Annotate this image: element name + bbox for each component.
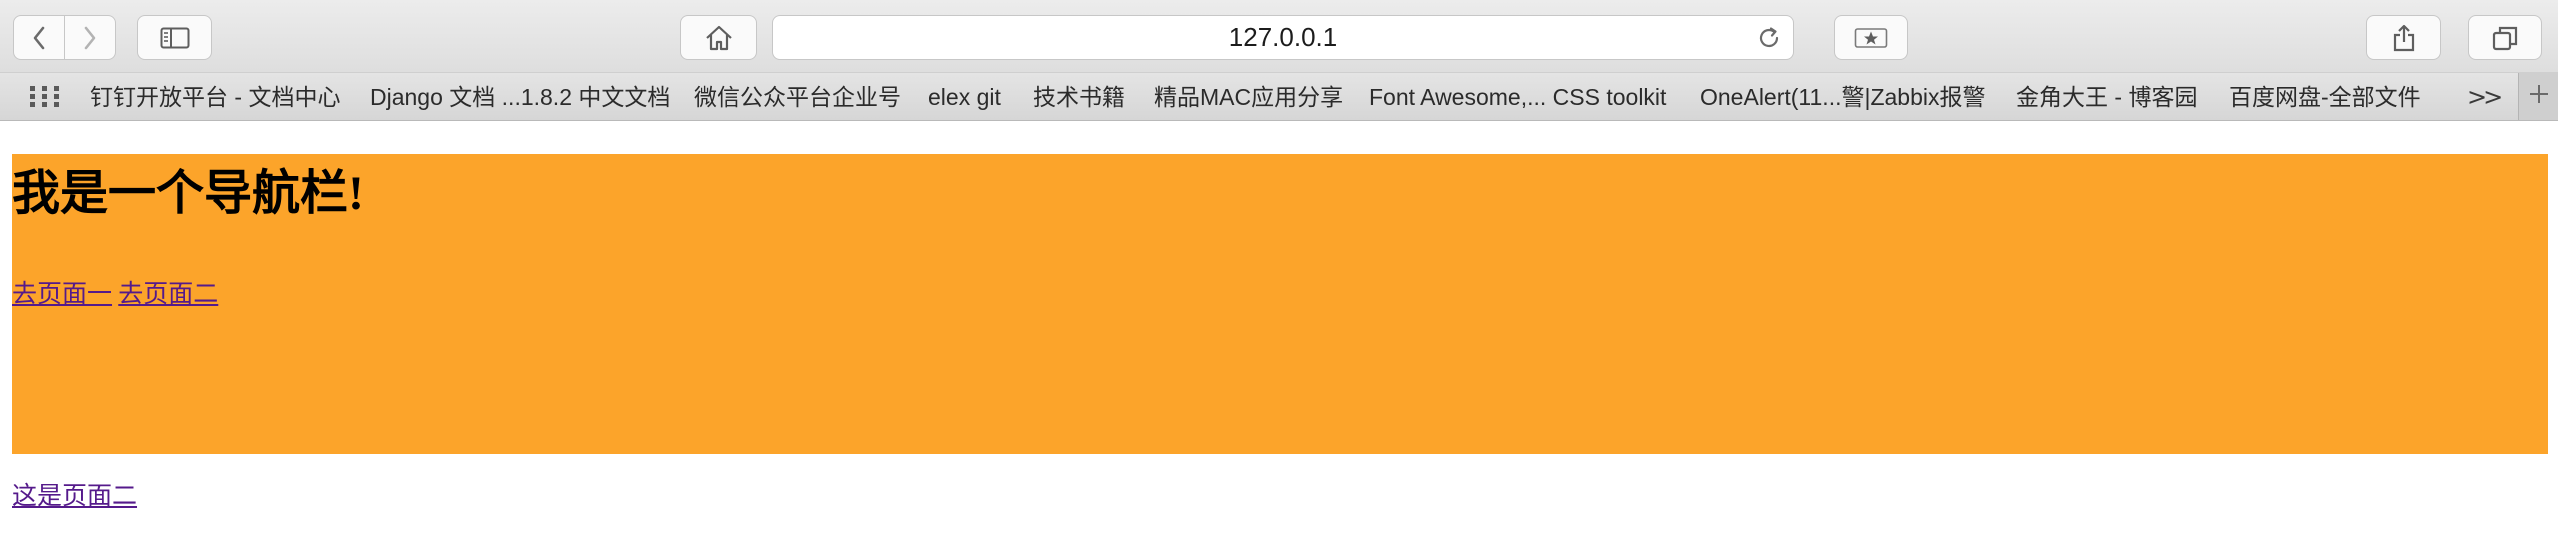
- back-button[interactable]: [14, 16, 64, 59]
- home-icon: [704, 24, 734, 52]
- link-page-two[interactable]: 去页面二: [118, 281, 218, 308]
- sidebar-icon: [160, 27, 190, 49]
- tabs-icon: [2492, 25, 2518, 51]
- plus-icon: [2528, 83, 2550, 110]
- navbar: 我是一个导航栏! 去页面一 去页面二: [12, 154, 2548, 454]
- home-button[interactable]: [680, 15, 757, 60]
- new-tab-button[interactable]: [2518, 73, 2558, 120]
- more-bookmarks-button[interactable]: >>: [2467, 73, 2503, 121]
- reload-icon[interactable]: [1757, 26, 1781, 55]
- navigation-buttons: [13, 15, 116, 60]
- bookmark-wechat-platform[interactable]: 微信公众平台企业号: [694, 73, 901, 121]
- share-button[interactable]: [2366, 15, 2441, 60]
- bookmark-elex-git[interactable]: elex git: [928, 73, 1001, 121]
- link-page-one[interactable]: 去页面一: [12, 281, 112, 308]
- star-icon: [1854, 27, 1888, 49]
- address-bar[interactable]: 127.0.0.1: [772, 15, 1794, 60]
- page-content: 我是一个导航栏! 去页面一 去页面二 这是页面二: [0, 121, 2558, 546]
- grid-icon[interactable]: [30, 86, 60, 113]
- bookmark-mac-apps[interactable]: 精品MAC应用分享: [1154, 73, 1343, 121]
- navbar-links: 去页面一 去页面二: [12, 280, 218, 310]
- reader-button[interactable]: [1834, 15, 1908, 60]
- share-icon: [2392, 23, 2416, 53]
- page-two-content-link[interactable]: 这是页面二: [12, 482, 137, 512]
- address-text: 127.0.0.1: [1228, 22, 1338, 52]
- chevron-left-icon: [32, 26, 46, 50]
- forward-button[interactable]: [64, 16, 115, 59]
- bookmark-baidu-pan[interactable]: 百度网盘-全部文件: [2229, 73, 2421, 121]
- bookmark-font-awesome[interactable]: Font Awesome,... CSS toolkit: [1369, 73, 1666, 121]
- sidebar-button[interactable]: [137, 15, 212, 60]
- bookmark-django-docs[interactable]: Django 文档 ...1.8.2 中文文档: [370, 73, 670, 121]
- bookmarks-bar: 钉钉开放平台 - 文档中心 Django 文档 ...1.8.2 中文文档 微信…: [0, 73, 2558, 121]
- browser-toolbar: 127.0.0.1: [0, 0, 2558, 73]
- bookmark-cnblogs[interactable]: 金角大王 - 博客园: [2016, 73, 2197, 121]
- bookmark-dingtalk[interactable]: 钉钉开放平台 - 文档中心: [90, 73, 340, 121]
- navbar-title: 我是一个导航栏!: [12, 167, 364, 220]
- tabs-button[interactable]: [2468, 15, 2542, 60]
- bookmark-tech-books[interactable]: 技术书籍: [1033, 73, 1125, 121]
- chevron-right-icon: [83, 26, 97, 50]
- bookmark-onealert[interactable]: OneAlert(11...警|Zabbix报警: [1700, 73, 1985, 121]
